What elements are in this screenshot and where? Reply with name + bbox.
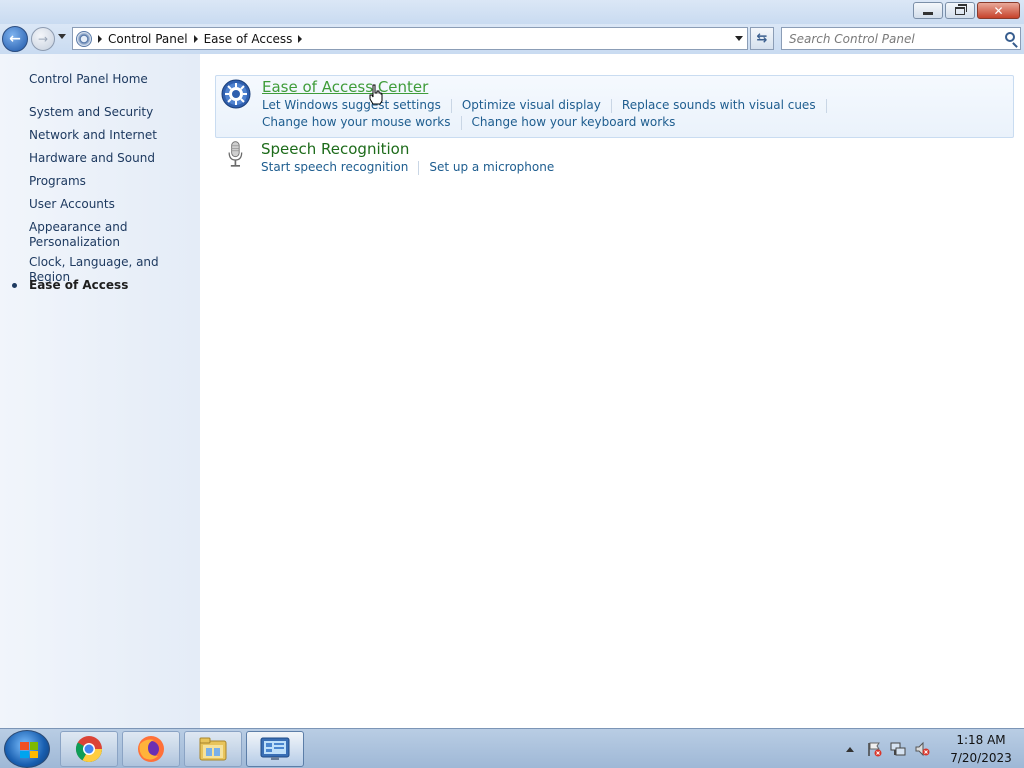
window-controls: ✕ bbox=[913, 2, 1020, 19]
arrow-right-icon: → bbox=[37, 32, 49, 46]
network-icon[interactable] bbox=[890, 741, 906, 757]
search-icon[interactable] bbox=[1005, 32, 1015, 42]
link-separator bbox=[450, 98, 452, 113]
sidebar: Control Panel Home System and Security N… bbox=[0, 54, 200, 728]
minimize-icon bbox=[923, 11, 933, 15]
minimize-button[interactable] bbox=[913, 2, 943, 19]
ease-of-access-center-link[interactable]: Ease of Access Center bbox=[262, 78, 428, 96]
clock-time: 1:18 AM bbox=[956, 733, 1006, 747]
search-input[interactable] bbox=[782, 28, 992, 49]
sidebar-item-network-and-internet[interactable]: Network and Internet bbox=[29, 128, 157, 143]
chrome-icon bbox=[75, 736, 103, 763]
taskbar: 1:18 AM 7/20/2023 bbox=[0, 728, 1024, 768]
control-panel-icon bbox=[76, 30, 92, 47]
taskbar-firefox[interactable] bbox=[122, 731, 180, 767]
clock[interactable]: 1:18 AM 7/20/2023 bbox=[938, 731, 1024, 767]
sidebar-item-ease-of-access: Ease of Access bbox=[29, 278, 129, 292]
restore-icon bbox=[955, 3, 967, 15]
back-button[interactable]: ← bbox=[2, 26, 28, 52]
refresh-button[interactable]: ⇆ bbox=[750, 27, 774, 50]
taskbar-file-explorer[interactable] bbox=[184, 731, 242, 767]
link-separator bbox=[460, 115, 462, 130]
microphone-icon[interactable] bbox=[220, 140, 250, 170]
address-bar[interactable]: Control Panel Ease of Access bbox=[72, 27, 748, 50]
search-box[interactable] bbox=[781, 27, 1021, 50]
ease-of-access-links-row1: Let Windows suggest settings Optimize vis… bbox=[262, 98, 837, 113]
breadcrumb-separator[interactable] bbox=[98, 34, 102, 43]
sidebar-item-programs[interactable]: Programs bbox=[29, 174, 86, 189]
breadcrumb-separator[interactable] bbox=[193, 34, 198, 43]
main-content: Ease of Access Center Let Windows sugges… bbox=[200, 54, 1024, 728]
replace-sounds-link[interactable]: Replace sounds with visual cues bbox=[622, 98, 816, 112]
sidebar-item-control-panel-home[interactable]: Control Panel Home bbox=[29, 72, 148, 87]
link-separator bbox=[610, 98, 612, 113]
clock-date: 7/20/2023 bbox=[950, 751, 1012, 765]
start-button[interactable] bbox=[4, 730, 50, 768]
sidebar-item-system-and-security[interactable]: System and Security bbox=[29, 105, 153, 120]
show-hidden-icons-button[interactable] bbox=[846, 746, 854, 752]
active-bullet bbox=[12, 283, 17, 288]
start-speech-recognition-link[interactable]: Start speech recognition bbox=[261, 160, 408, 174]
ease-of-access-links-row2: Change how your mouse works Change how yo… bbox=[262, 115, 675, 130]
restore-button[interactable] bbox=[945, 2, 975, 19]
taskbar-control-panel[interactable] bbox=[246, 731, 304, 767]
let-windows-suggest-settings-link[interactable]: Let Windows suggest settings bbox=[262, 98, 441, 112]
system-tray: 1:18 AM 7/20/2023 bbox=[846, 729, 1024, 768]
speech-recognition-link[interactable]: Speech Recognition bbox=[261, 140, 409, 158]
ease-of-access-icon[interactable] bbox=[221, 79, 251, 109]
category-ease-of-access-center: Ease of Access Center Let Windows sugges… bbox=[215, 75, 1014, 138]
sidebar-item-hardware-and-sound[interactable]: Hardware and Sound bbox=[29, 151, 155, 166]
breadcrumb-ease-of-access[interactable]: Ease of Access bbox=[204, 32, 293, 46]
sidebar-item-appearance-and-personalization[interactable]: Appearance and Personalization bbox=[29, 220, 139, 250]
set-up-microphone-link[interactable]: Set up a microphone bbox=[429, 160, 554, 174]
category-speech-recognition: Speech Recognition Start speech recognit… bbox=[215, 140, 1014, 180]
close-icon: ✕ bbox=[993, 3, 1004, 18]
breadcrumb-control-panel[interactable]: Control Panel bbox=[108, 32, 188, 46]
breadcrumb-separator[interactable] bbox=[298, 34, 303, 43]
arrow-left-icon: ← bbox=[9, 31, 21, 47]
hand-cursor-icon bbox=[369, 84, 383, 105]
windows-logo-icon bbox=[20, 742, 38, 758]
address-dropdown-button[interactable] bbox=[735, 36, 743, 41]
action-center-flag-icon[interactable] bbox=[866, 741, 882, 757]
link-separator bbox=[418, 160, 420, 175]
sidebar-item-user-accounts[interactable]: User Accounts bbox=[29, 197, 115, 212]
control-panel-icon bbox=[260, 737, 290, 760]
recent-pages-dropdown[interactable] bbox=[58, 34, 66, 39]
volume-muted-icon[interactable] bbox=[914, 741, 930, 757]
change-mouse-link[interactable]: Change how your mouse works bbox=[262, 115, 451, 129]
taskbar-chrome[interactable] bbox=[60, 731, 118, 767]
forward-button[interactable]: → bbox=[31, 27, 55, 51]
navigation-bar: ← → Control Panel Ease of Access ⇆ bbox=[0, 24, 1024, 54]
refresh-icon: ⇆ bbox=[756, 31, 768, 46]
change-keyboard-link[interactable]: Change how your keyboard works bbox=[472, 115, 676, 129]
speech-recognition-links: Start speech recognition Set up a microph… bbox=[261, 160, 554, 175]
file-explorer-icon bbox=[199, 737, 227, 761]
optimize-visual-display-link[interactable]: Optimize visual display bbox=[462, 98, 601, 112]
link-separator bbox=[825, 98, 827, 113]
firefox-icon bbox=[138, 736, 164, 762]
close-button[interactable]: ✕ bbox=[977, 2, 1020, 19]
title-bar: ✕ bbox=[0, 0, 1024, 24]
